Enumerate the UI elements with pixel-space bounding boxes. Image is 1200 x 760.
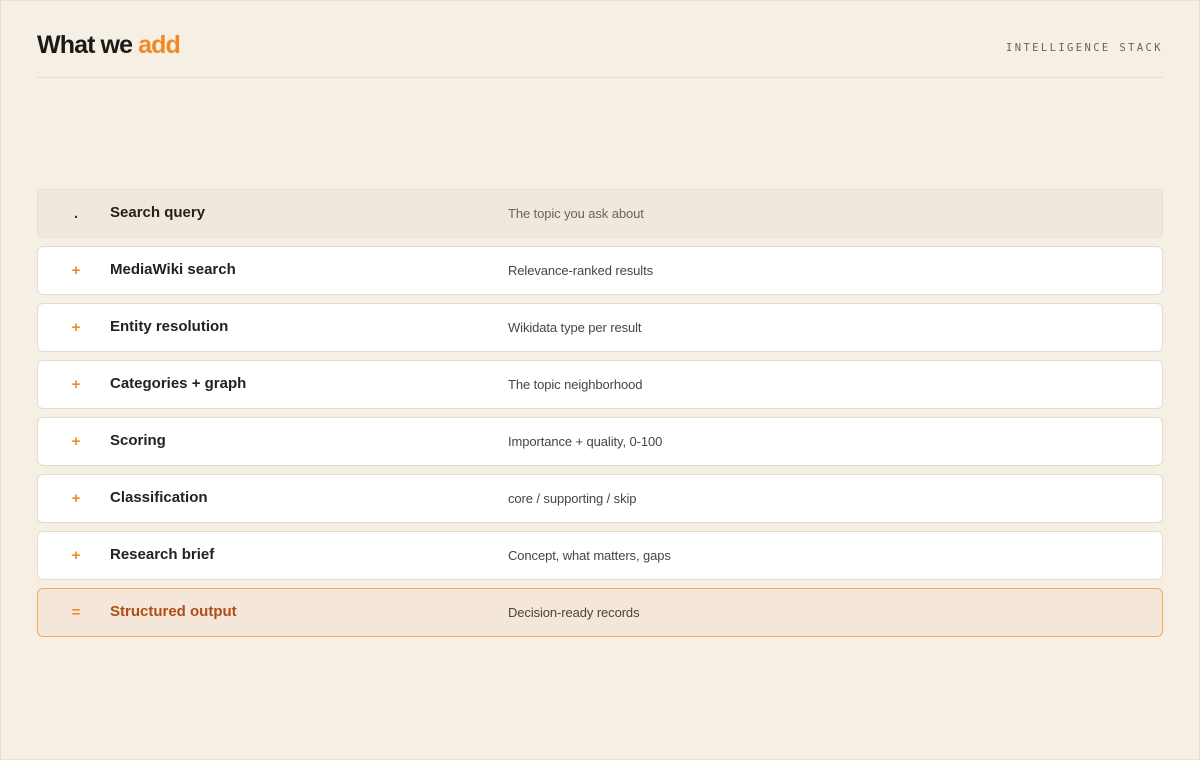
stack-row-classification: + Classification core / supporting / ski… — [37, 474, 1163, 523]
row-description: Decision-ready records — [508, 605, 640, 620]
page-header: What we add INTELLIGENCE STACK — [37, 30, 1163, 78]
row-description: The topic neighborhood — [508, 377, 643, 392]
row-description: core / supporting / skip — [508, 491, 637, 506]
stack-row-scoring: + Scoring Importance + quality, 0-100 — [37, 417, 1163, 466]
row-label: Search query — [110, 204, 206, 221]
row-label: Categories + graph — [110, 375, 247, 392]
row-description: The topic you ask about — [508, 206, 644, 221]
plus-icon: + — [71, 262, 81, 279]
row-label: Research brief — [110, 546, 215, 563]
row-label: Entity resolution — [110, 318, 229, 335]
plus-icon: + — [71, 433, 81, 450]
row-description: Wikidata type per result — [508, 320, 642, 335]
row-label: MediaWiki search — [110, 261, 236, 278]
row-label: Scoring — [110, 432, 166, 449]
plus-icon: + — [71, 376, 81, 393]
row-description: Concept, what matters, gaps — [508, 548, 671, 563]
intelligence-stack: . Search query The topic you ask about +… — [37, 189, 1163, 645]
section-eyebrow: INTELLIGENCE STACK — [1006, 42, 1163, 54]
plus-icon: + — [71, 547, 81, 564]
stack-row-search-query: . Search query The topic you ask about — [37, 189, 1163, 238]
row-label: Classification — [110, 489, 208, 506]
row-description: Relevance-ranked results — [508, 263, 654, 278]
stack-row-entity-resolution: + Entity resolution Wikidata type per re… — [37, 303, 1163, 352]
stack-row-structured-output: = Structured output Decision-ready recor… — [37, 588, 1163, 637]
stack-row-mediawiki-search: + MediaWiki search Relevance-ranked resu… — [37, 246, 1163, 295]
stack-row-categories-graph: + Categories + graph The topic neighborh… — [37, 360, 1163, 409]
row-label: Structured output — [110, 603, 237, 620]
title-accent: add — [138, 31, 181, 59]
row-marker: . — [73, 205, 79, 222]
plus-icon: + — [71, 490, 81, 507]
stack-row-research-brief: + Research brief Concept, what matters, … — [37, 531, 1163, 580]
plus-icon: + — [71, 319, 81, 336]
equals-icon: = — [71, 604, 81, 621]
title-main: What we — [37, 31, 139, 59]
page-title: What we add — [37, 30, 181, 60]
row-description: Importance + quality, 0-100 — [508, 434, 663, 449]
